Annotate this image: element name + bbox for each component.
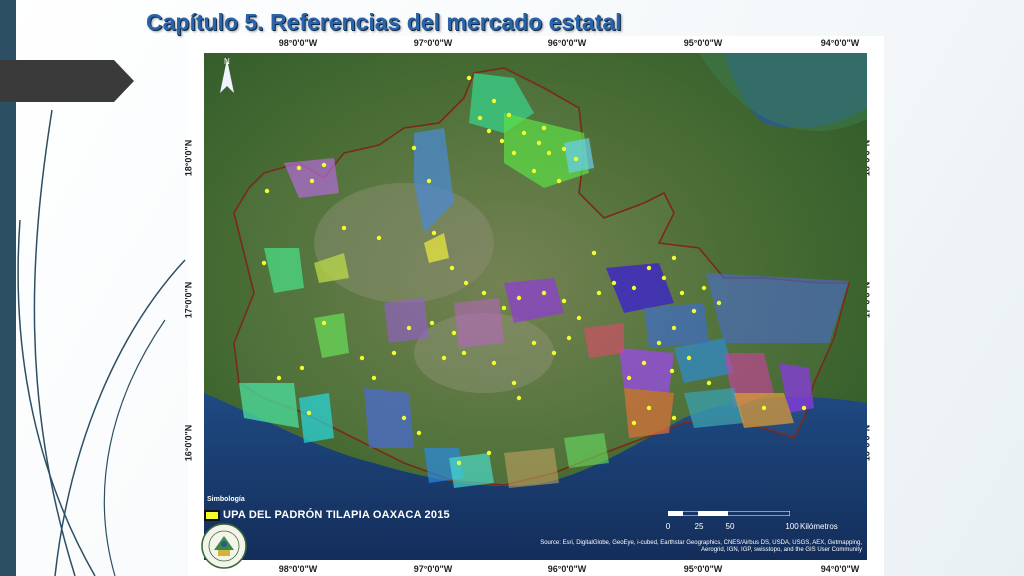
lon-label-bottom: 97°0'0"W xyxy=(413,564,453,574)
scale-bar xyxy=(668,511,790,516)
region-polygon xyxy=(644,303,709,348)
lat-label-left: 16°0'0"N xyxy=(183,424,194,462)
decorative-curves xyxy=(17,109,186,576)
university-seal-logo xyxy=(201,523,247,569)
legend-title: Simbología xyxy=(207,496,245,503)
region-polygon xyxy=(734,393,794,428)
lon-label-top: 95°0'0"W xyxy=(683,38,723,48)
region-polygon xyxy=(624,388,674,438)
lon-label-bottom: 95°0'0"W xyxy=(683,564,723,574)
satellite-map xyxy=(204,53,867,560)
lon-label-bottom: 96°0'0"W xyxy=(547,564,587,574)
lon-label-top: 96°0'0"W xyxy=(547,38,587,48)
map-source-credits: Source: Esri, DigitalGlobe, GeoEye, i-cu… xyxy=(540,540,862,553)
scale-tick: 50 xyxy=(725,522,735,531)
lon-label-top: 97°0'0"W xyxy=(413,38,453,48)
region-polygon xyxy=(364,388,414,448)
region-polygon xyxy=(504,448,559,488)
lat-label-left: 17°0'0"N xyxy=(183,281,194,319)
region-polygon xyxy=(449,453,494,488)
scale-unit: Kilómetros xyxy=(800,522,838,531)
legend-item: UPA DEL PADRÓN TILAPIA OAXACA 2015 xyxy=(204,509,450,521)
legend-label: UPA DEL PADRÓN TILAPIA OAXACA 2015 xyxy=(223,509,450,521)
region-polygon xyxy=(454,298,504,348)
scale-tick: 100 xyxy=(785,522,799,531)
lon-label-top: 94°0'0"W xyxy=(820,38,860,48)
scale-tick: 0 xyxy=(665,522,671,531)
region-polygon xyxy=(384,298,429,343)
north-label: N xyxy=(224,57,230,66)
lon-label-bottom: 98°0'0"W xyxy=(278,564,318,574)
region-polygon xyxy=(584,323,624,358)
lat-label-left: 18°0'0"N xyxy=(183,139,194,177)
region-polygon xyxy=(299,393,334,443)
arrow-tab xyxy=(0,60,134,102)
page-title: Capítulo 5. Referencias del mercado esta… xyxy=(146,9,622,35)
region-polygon xyxy=(619,348,674,393)
lon-label-top: 98°0'0"W xyxy=(278,38,318,48)
map-view[interactable] xyxy=(204,53,867,560)
region-polygon xyxy=(706,273,849,343)
region-polygon xyxy=(564,433,609,468)
lon-label-bottom: 94°0'0"W xyxy=(820,564,860,574)
scale-tick: 25 xyxy=(694,522,704,531)
region-polygon xyxy=(564,138,594,173)
legend-swatch xyxy=(204,509,220,521)
